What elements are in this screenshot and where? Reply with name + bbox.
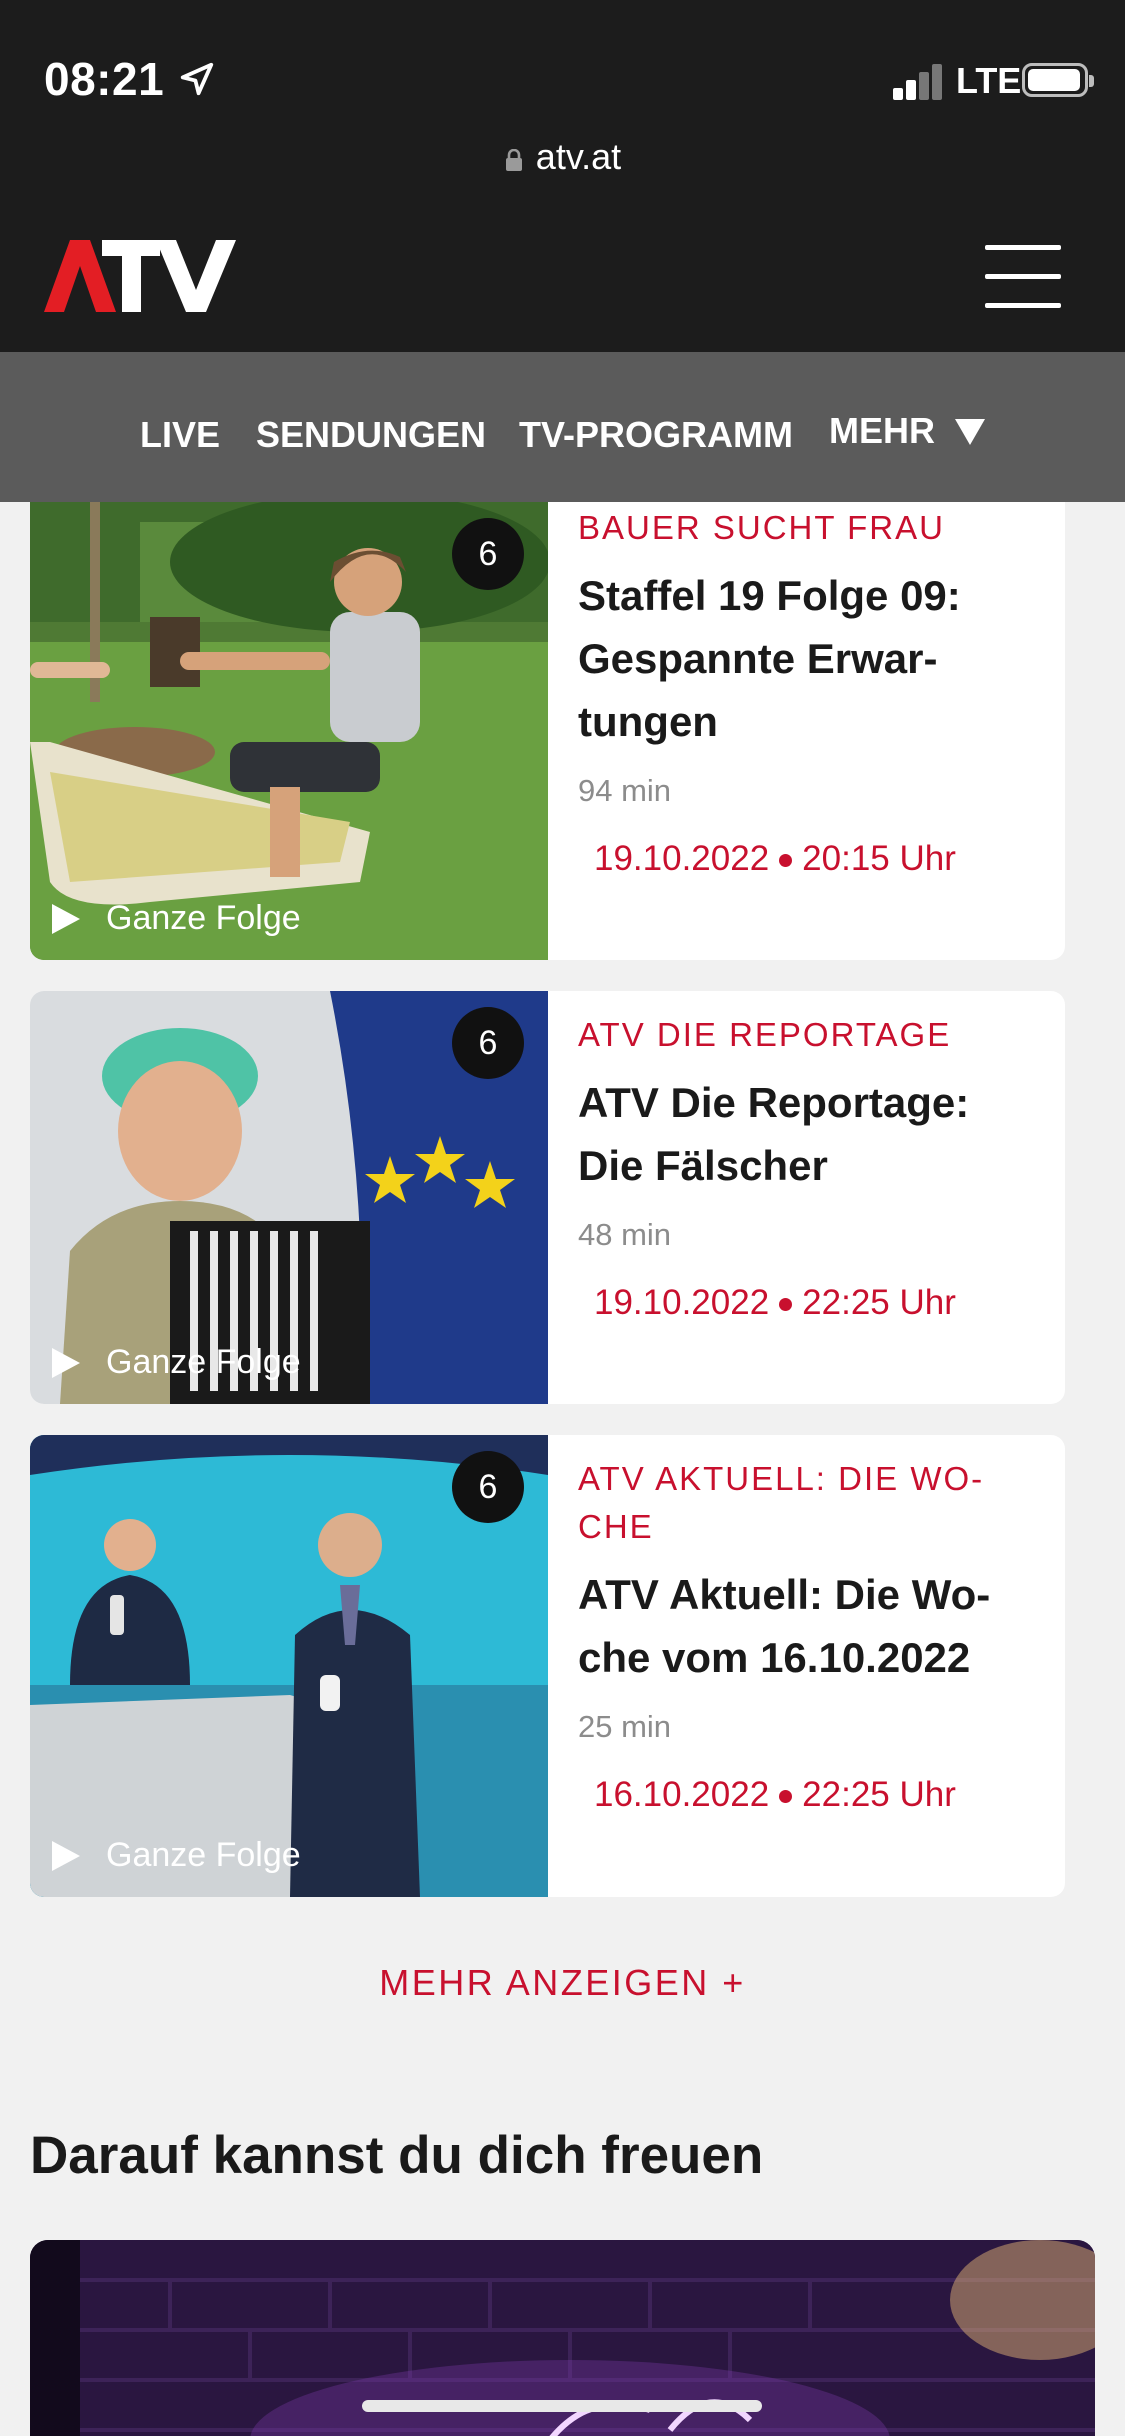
show-more-button[interactable]: MEHR ANZEIGEN +: [0, 1962, 1125, 2004]
episode-title[interactable]: ATV Die Reportage: Die Fälscher: [578, 1071, 1041, 1197]
age-rating-badge: 6: [452, 1007, 524, 1079]
category-line: CHE: [578, 1508, 654, 1545]
air-time: 22:25 Uhr: [802, 1775, 956, 1814]
title-line: tungen: [578, 698, 718, 745]
nav-mehr[interactable]: MEHR: [829, 410, 985, 452]
url-text: atv.at: [535, 136, 622, 177]
play-label: Ganze Folge: [106, 1343, 301, 1381]
caret-down-icon: [955, 419, 985, 445]
menu-icon[interactable]: [985, 245, 1061, 309]
episode-title[interactable]: ATV Aktuell: Die Wo- che vom 16.10.2022: [578, 1563, 1041, 1689]
episode-duration: 94 min: [578, 773, 672, 808]
title-line: Die Fälscher: [578, 1142, 828, 1189]
title-line: ATV Aktuell: Die Wo-: [578, 1571, 991, 1618]
card-body: ATV DIE REPORTAGE ATV Die Reportage: Die…: [578, 1011, 1041, 1323]
play-full-episode[interactable]: Ganze Folge: [52, 1343, 301, 1382]
battery-icon: [1022, 63, 1094, 97]
separator-dot: [779, 1298, 793, 1311]
home-indicator[interactable]: [362, 2400, 762, 2412]
play-icon: [52, 903, 80, 934]
title-line: Staffel 19 Folge 09:: [578, 572, 961, 619]
location-arrow-icon: [180, 62, 214, 96]
episode-airtime: 16.10.2022 22:25 Uhr: [594, 1775, 1041, 1815]
card-body: BAUER SUCHT FRAU Staffel 19 Folge 09: Ge…: [578, 504, 1041, 879]
episode-title[interactable]: Staffel 19 Folge 09: Gespannte Erwar- tu…: [578, 564, 1041, 753]
air-date: 19.10.2022: [594, 1283, 770, 1322]
section-title: Darauf kannst du dich freuen: [30, 2126, 764, 2185]
play-label: Ganze Folge: [106, 1836, 301, 1874]
episode-category[interactable]: BAUER SUCHT FRAU: [578, 504, 1041, 552]
air-date: 16.10.2022: [594, 1775, 770, 1814]
main-nav: LIVE SENDUNGEN TV-PROGRAMM MEHR: [0, 352, 1125, 502]
category-line: ATV AKTUELL: DIE WO-: [578, 1460, 985, 1497]
episode-card[interactable]: 6 Ganze Folge BAUER SUCHT FRAU Staffel 1…: [30, 502, 1065, 960]
episode-card[interactable]: 6 Ganze Folge ATV DIE REPORTAGE ATV Die …: [30, 991, 1065, 1404]
air-time: 20:15 Uhr: [802, 839, 956, 878]
age-rating-badge: 6: [452, 1451, 524, 1523]
episode-category[interactable]: ATV DIE REPORTAGE: [578, 1011, 1041, 1059]
nav-tv-programm[interactable]: TV-PROGRAMM: [519, 414, 793, 456]
play-icon: [52, 1840, 80, 1871]
play-icon: [52, 1347, 80, 1378]
signal-strength-icon: [893, 64, 943, 100]
nav-sendungen[interactable]: SENDUNGEN: [256, 414, 486, 456]
play-full-episode[interactable]: Ganze Folge: [52, 899, 301, 938]
nav-mehr-label: MEHR: [829, 410, 935, 451]
status-time: 08:21: [44, 53, 165, 105]
play-full-episode[interactable]: Ganze Folge: [52, 1836, 301, 1875]
title-line: Gespannte Erwar-: [578, 635, 938, 682]
air-date: 19.10.2022: [594, 839, 770, 878]
age-rating-badge: 6: [452, 518, 524, 590]
episode-thumbnail[interactable]: 6 Ganze Folge: [30, 502, 548, 960]
title-line: che vom 16.10.2022: [578, 1634, 971, 1681]
network-type: LTE: [956, 60, 1022, 101]
episode-duration: 25 min: [578, 1709, 672, 1744]
lock-icon: [505, 149, 522, 171]
card-body: ATV AKTUELL: DIE WO- CHE ATV Aktuell: Di…: [578, 1455, 1041, 1815]
episode-category[interactable]: ATV AKTUELL: DIE WO- CHE: [578, 1455, 1041, 1551]
air-time: 22:25 Uhr: [802, 1283, 956, 1322]
atv-logo[interactable]: [44, 240, 240, 312]
separator-dot: [779, 1790, 793, 1803]
episode-thumbnail[interactable]: 6 Ganze Folge: [30, 1435, 548, 1897]
title-line: ATV Die Reportage:: [578, 1079, 970, 1126]
address-bar[interactable]: atv.at: [0, 136, 1125, 178]
episode-thumbnail[interactable]: 6 Ganze Folge: [30, 991, 548, 1404]
episode-airtime: 19.10.2022 22:25 Uhr: [594, 1283, 1041, 1323]
episode-card[interactable]: 6 Ganze Folge ATV AKTUELL: DIE WO- CHE A…: [30, 1435, 1065, 1897]
nav-live[interactable]: LIVE: [140, 414, 220, 456]
episode-duration: 48 min: [578, 1217, 672, 1252]
play-label: Ganze Folge: [106, 899, 301, 937]
separator-dot: [779, 854, 793, 867]
episode-airtime: 19.10.2022 20:15 Uhr: [594, 839, 1041, 879]
